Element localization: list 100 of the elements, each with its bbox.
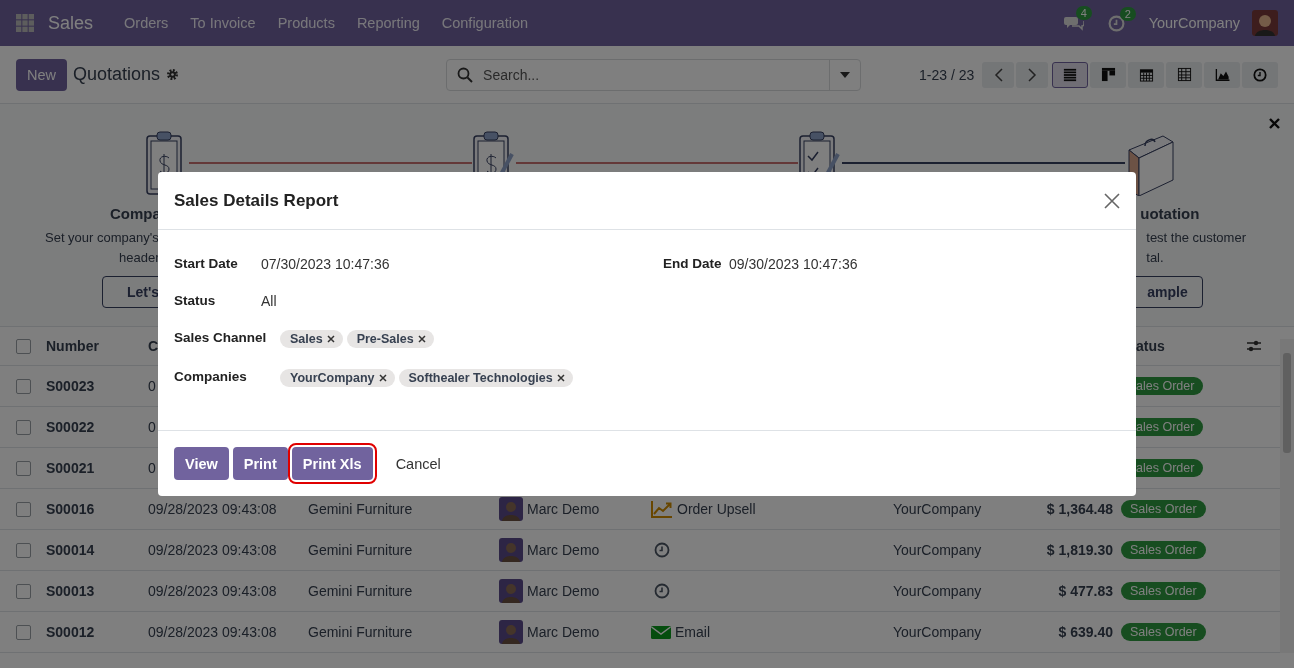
next-button[interactable] <box>1016 61 1049 88</box>
scrollbar[interactable] <box>1280 339 1294 653</box>
menu-item[interactable]: To Invoice <box>179 15 267 31</box>
area-chart-icon <box>1213 67 1231 82</box>
kanban-icon <box>1100 67 1116 82</box>
column-header[interactable]: Number <box>46 338 148 354</box>
table-cell-text: $ 1,364.48 <box>1045 501 1114 517</box>
activity-label: Email <box>675 624 710 640</box>
row-checkbox[interactable] <box>16 378 31 394</box>
remove-icon <box>326 335 335 343</box>
table-icon <box>1176 67 1192 82</box>
activity-count: 2 <box>1119 6 1136 21</box>
cancel-button[interactable]: Cancel <box>384 447 452 480</box>
table-cell-text: S00013 <box>46 583 96 599</box>
table-cell-text: Gemini Furniture <box>308 583 414 599</box>
row-checkbox[interactable] <box>16 583 31 599</box>
table-cell-text: 09/28/2023 09:43:08 <box>148 583 278 599</box>
field-label: Sales Channel <box>174 330 267 347</box>
status-badge: Sales Order <box>1121 541 1206 559</box>
step-description: tal. <box>1146 249 1164 267</box>
avatar-icon <box>499 620 523 644</box>
previous-button[interactable] <box>982 61 1015 88</box>
company-switcher[interactable]: YourCompany <box>1148 15 1240 31</box>
table-cell: 0 <box>148 419 156 435</box>
step-title: uotation <box>1140 204 1200 224</box>
avatar-icon <box>499 497 523 521</box>
tag[interactable]: Pre-Sales <box>346 330 434 348</box>
menu-item[interactable]: Configuration <box>430 15 539 31</box>
close-button[interactable] <box>1104 192 1120 209</box>
column-header[interactable]: atus <box>1136 338 1165 354</box>
field-value[interactable]: 09/30/2023 10:47:36 <box>729 256 1120 272</box>
row-checkbox[interactable] <box>16 419 31 435</box>
table-cell-text: Gemini Furniture <box>308 501 414 517</box>
activity-label: Order Upsell <box>677 501 756 517</box>
status-badge: Sales Order <box>1121 500 1206 518</box>
dialog-title: Sales Details Report <box>174 190 339 211</box>
select-all-checkbox[interactable] <box>16 338 31 354</box>
tag[interactable]: Softhealer Technologies <box>398 369 573 387</box>
row-checkbox[interactable] <box>16 460 31 476</box>
close-icon <box>1104 192 1120 209</box>
chevron-left-icon <box>993 67 1003 82</box>
envelope-icon <box>651 624 671 640</box>
search-input[interactable]: Search... <box>481 65 830 84</box>
view-button[interactable] <box>1128 61 1164 88</box>
table-cell: Marc Demo <box>527 501 600 517</box>
pager-value: 1-23 / 23 <box>919 66 975 83</box>
clock-icon <box>654 583 670 599</box>
new-button[interactable]: New <box>16 58 67 91</box>
view-button[interactable] <box>1204 61 1240 88</box>
table-cell-text: YourCompany <box>893 542 983 558</box>
table-cell: Marc Demo <box>527 583 600 599</box>
row-checkbox[interactable] <box>16 624 31 640</box>
menu-item[interactable]: Orders <box>113 15 180 31</box>
step-description: Set your company's <box>45 229 160 247</box>
table-cell-text: S00012 <box>46 624 96 640</box>
step-description: test the customer <box>1146 229 1246 247</box>
table-cell-text: S00023 <box>46 378 96 394</box>
view-button[interactable] <box>1166 61 1202 88</box>
tag[interactable]: YourCompany <box>280 369 395 387</box>
action-button[interactable]: Print <box>232 447 288 480</box>
row-checkbox[interactable] <box>16 501 31 517</box>
search-bar[interactable]: Search... <box>446 58 862 91</box>
clock-icon <box>654 542 670 558</box>
field-value[interactable]: 07/30/2023 10:47:36 <box>261 256 663 272</box>
view-button[interactable] <box>1090 61 1126 88</box>
clock-icon <box>1253 67 1267 82</box>
action-button[interactable]: View <box>174 447 229 480</box>
table-cell-text: Gemini Furniture <box>308 624 414 640</box>
column-settings-icon <box>1246 339 1262 353</box>
avatar-icon <box>499 538 523 562</box>
message-count: 4 <box>1075 6 1092 20</box>
clock-icon <box>1107 14 1125 32</box>
menu-item[interactable]: Reporting <box>345 15 431 31</box>
avatar-icon <box>499 579 523 603</box>
view-button[interactable] <box>1242 61 1278 88</box>
table-cell-text: YourCompany <box>893 501 983 517</box>
field-label: Companies <box>174 369 247 386</box>
table-cell-text: $ 1,819.30 <box>1045 542 1114 558</box>
status-badge: Sales Order <box>1121 582 1206 600</box>
menu-item[interactable]: Products <box>266 15 346 31</box>
search-icon <box>457 66 474 83</box>
app-name[interactable]: Sales <box>48 12 94 34</box>
table-cell-text: $ 639.40 <box>1057 624 1114 640</box>
row-checkbox[interactable] <box>16 542 31 558</box>
table-cell-text: S00016 <box>46 501 96 517</box>
tag[interactable]: Sales <box>280 330 343 348</box>
settings-icon <box>166 68 180 81</box>
table-cell-text: 09/28/2023 09:43:08 <box>148 624 278 640</box>
remove-icon <box>378 374 387 382</box>
table-cell-text: $ 477.83 <box>1057 583 1114 599</box>
table-cell-text: S00021 <box>46 460 96 476</box>
field-label: Start Date <box>174 256 238 272</box>
table-cell-text: Gemini Furniture <box>308 542 414 558</box>
table-cell-text: YourCompany <box>893 583 983 599</box>
trend-chart-icon <box>651 500 673 518</box>
calendar-icon <box>1138 67 1154 82</box>
user-avatar <box>1252 10 1278 36</box>
field-label: End Date <box>663 256 722 272</box>
table-cell: Marc Demo <box>527 624 600 640</box>
view-button[interactable] <box>1052 61 1088 88</box>
